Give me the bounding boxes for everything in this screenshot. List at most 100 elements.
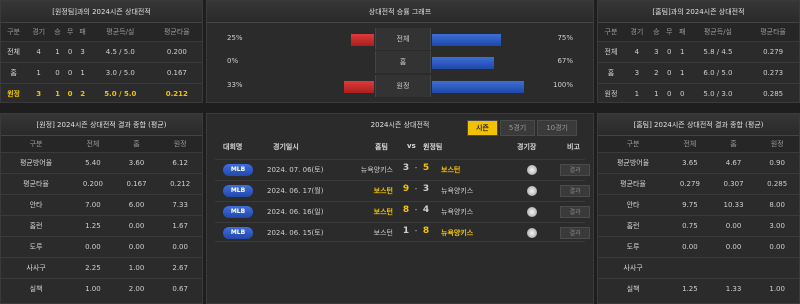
score-dash: - bbox=[414, 185, 418, 193]
game-row: MLB 2024. 06. 15(토) 보스턴 1 - 8 뉴욕양키스 결과 bbox=[215, 222, 590, 242]
row-label: 전체 bbox=[375, 28, 431, 50]
cell: 7.00 bbox=[85, 200, 101, 209]
row-label: 홈 bbox=[10, 68, 17, 77]
col-away: 원정팀 bbox=[423, 143, 443, 151]
row-label: 실책 bbox=[29, 284, 43, 293]
row-label: 원정 bbox=[375, 75, 431, 97]
col-header: 홈 bbox=[114, 136, 159, 152]
row-label: 홈런 bbox=[626, 221, 640, 230]
row-label: 도루 bbox=[626, 242, 640, 251]
row-label: 사사구 bbox=[26, 263, 46, 272]
cell: 0.00 bbox=[172, 242, 188, 251]
cell: 0.00 bbox=[725, 221, 742, 230]
stadium-icon[interactable] bbox=[527, 186, 537, 196]
cell: 3.00 bbox=[769, 221, 785, 230]
col-header: 승 bbox=[51, 23, 64, 41]
col-header: 구분 bbox=[1, 136, 72, 152]
cell: 1.33 bbox=[725, 284, 742, 293]
home-score: 9 bbox=[402, 184, 410, 194]
cell: 0 bbox=[667, 89, 672, 98]
cell: 0.212 bbox=[170, 179, 191, 188]
col-header: 원정 bbox=[158, 136, 202, 152]
cell: 0.279 bbox=[763, 47, 784, 56]
cell: 5.0 / 3.0 bbox=[703, 89, 733, 98]
tab-season[interactable]: 시즌 bbox=[466, 120, 498, 136]
cell: 6.00 bbox=[128, 200, 145, 209]
score-dash: - bbox=[414, 164, 418, 172]
row-label: 홈런 bbox=[29, 221, 43, 230]
row-label: 전체 bbox=[604, 47, 618, 56]
game-row: MLB 2024. 07. 06(토) 뉴욕양키스 3 - 5 보스턴 결과 bbox=[215, 159, 590, 179]
cell: 0.307 bbox=[723, 179, 744, 188]
result-button[interactable]: 결과 bbox=[560, 227, 590, 239]
col-header: 전체 bbox=[668, 136, 712, 152]
cell: 7.33 bbox=[172, 200, 188, 209]
away-score: 4 bbox=[422, 205, 430, 215]
away-score: 3 bbox=[422, 184, 430, 194]
col-stadium: 경기장 bbox=[517, 143, 537, 151]
stadium-icon[interactable] bbox=[527, 165, 537, 175]
cell: 0.167 bbox=[126, 179, 147, 188]
cell: 1.00 bbox=[128, 263, 145, 272]
away-record-panel: [원정팀]과의 2024시즌 상대전적 구분 경기 승 무 패 평균득/실 평균… bbox=[0, 0, 203, 103]
row-label: 평균타율 bbox=[620, 179, 646, 188]
col-header: 평균타율 bbox=[747, 23, 799, 41]
col-header: 전체 bbox=[71, 136, 115, 152]
away-bar bbox=[344, 81, 374, 93]
panel-title: [홈팀] 2024시즌 상대전적 결과 종합 (평균) bbox=[598, 114, 799, 136]
cell: 6.0 / 5.0 bbox=[703, 68, 733, 77]
row-label: 안타 bbox=[626, 200, 640, 209]
home-score: 3 bbox=[402, 163, 410, 173]
col-header: 구분 bbox=[598, 23, 624, 41]
league-badge: MLB bbox=[223, 185, 253, 197]
col-vs: vs bbox=[407, 142, 416, 150]
row-label: 전체 bbox=[7, 47, 20, 56]
home-summary-panel: [홈팀] 2024시즌 상대전적 결과 종합 (평균) 구분 전체 홈 원정 평… bbox=[597, 113, 800, 304]
cell: 0.00 bbox=[682, 242, 698, 251]
home-bar bbox=[432, 34, 501, 46]
cell: 1.25 bbox=[682, 284, 698, 293]
schedule-header: 대회명 경기일시 홈팀 vs 원정팀 경기장 비고 bbox=[215, 142, 585, 156]
game-date: 2024. 06. 17(월) bbox=[267, 187, 324, 195]
result-button[interactable]: 결과 bbox=[560, 206, 590, 218]
result-button[interactable]: 결과 bbox=[560, 164, 590, 176]
home-team: 보스턴 bbox=[373, 208, 393, 216]
cell: 0 bbox=[67, 47, 73, 56]
row-label: 원정 bbox=[604, 89, 618, 98]
winrate-row-away: 33% 원정 100% bbox=[207, 75, 593, 97]
home-score: 1 bbox=[402, 226, 410, 236]
panel-title: [원정팀]과의 2024시즌 상대전적 bbox=[1, 1, 202, 23]
stadium-icon[interactable] bbox=[527, 228, 537, 238]
cell: 3 bbox=[654, 47, 659, 56]
cell: 0.90 bbox=[769, 158, 785, 167]
cell: 9.75 bbox=[682, 200, 698, 209]
game-row: MLB 2024. 06. 17(월) 보스턴 9 - 3 뉴욕양키스 결과 bbox=[215, 180, 590, 200]
col-header: 승 bbox=[649, 23, 663, 41]
cell: 1 bbox=[654, 89, 659, 98]
home-score: 8 bbox=[402, 205, 410, 215]
cell: 3.65 bbox=[682, 158, 698, 167]
result-button[interactable]: 결과 bbox=[560, 185, 590, 197]
cell: 0.00 bbox=[85, 242, 101, 251]
cell: 0.285 bbox=[767, 179, 788, 188]
away-summary-panel: [원정] 2024시즌 상대전적 결과 종합 (평균) 구분 전체 홈 원정 평… bbox=[0, 113, 203, 304]
cell: 4.67 bbox=[725, 158, 742, 167]
cell: 0.167 bbox=[166, 68, 187, 77]
tab-10-games[interactable]: 10경기 bbox=[537, 120, 577, 136]
col-header: 무 bbox=[662, 23, 676, 41]
cell: 0.200 bbox=[82, 179, 103, 188]
away-pct: 33% bbox=[227, 81, 243, 89]
row-label: 원정 bbox=[7, 89, 20, 98]
record-table: 구분 경기 승 무 패 평균득/실 평균타율 전체 4 1 0 3 4.5 / … bbox=[1, 23, 202, 104]
score-dash: - bbox=[414, 227, 418, 235]
col-note: 비고 bbox=[567, 143, 580, 151]
game-date: 2024. 07. 06(토) bbox=[267, 166, 324, 174]
cell bbox=[712, 257, 756, 278]
tab-5-games[interactable]: 5경기 bbox=[499, 120, 536, 136]
cell: 2 bbox=[654, 68, 659, 77]
win-rate-graph-panel: 상대전적 승률 그래프 25% 전체 75% 0% 홈 67% 33% 원정 1… bbox=[206, 0, 594, 103]
game-date: 2024. 06. 15(토) bbox=[267, 229, 324, 237]
away-team: 뉴욕양키스 bbox=[441, 229, 474, 237]
col-date: 경기일시 bbox=[273, 143, 299, 151]
stadium-icon[interactable] bbox=[527, 207, 537, 217]
